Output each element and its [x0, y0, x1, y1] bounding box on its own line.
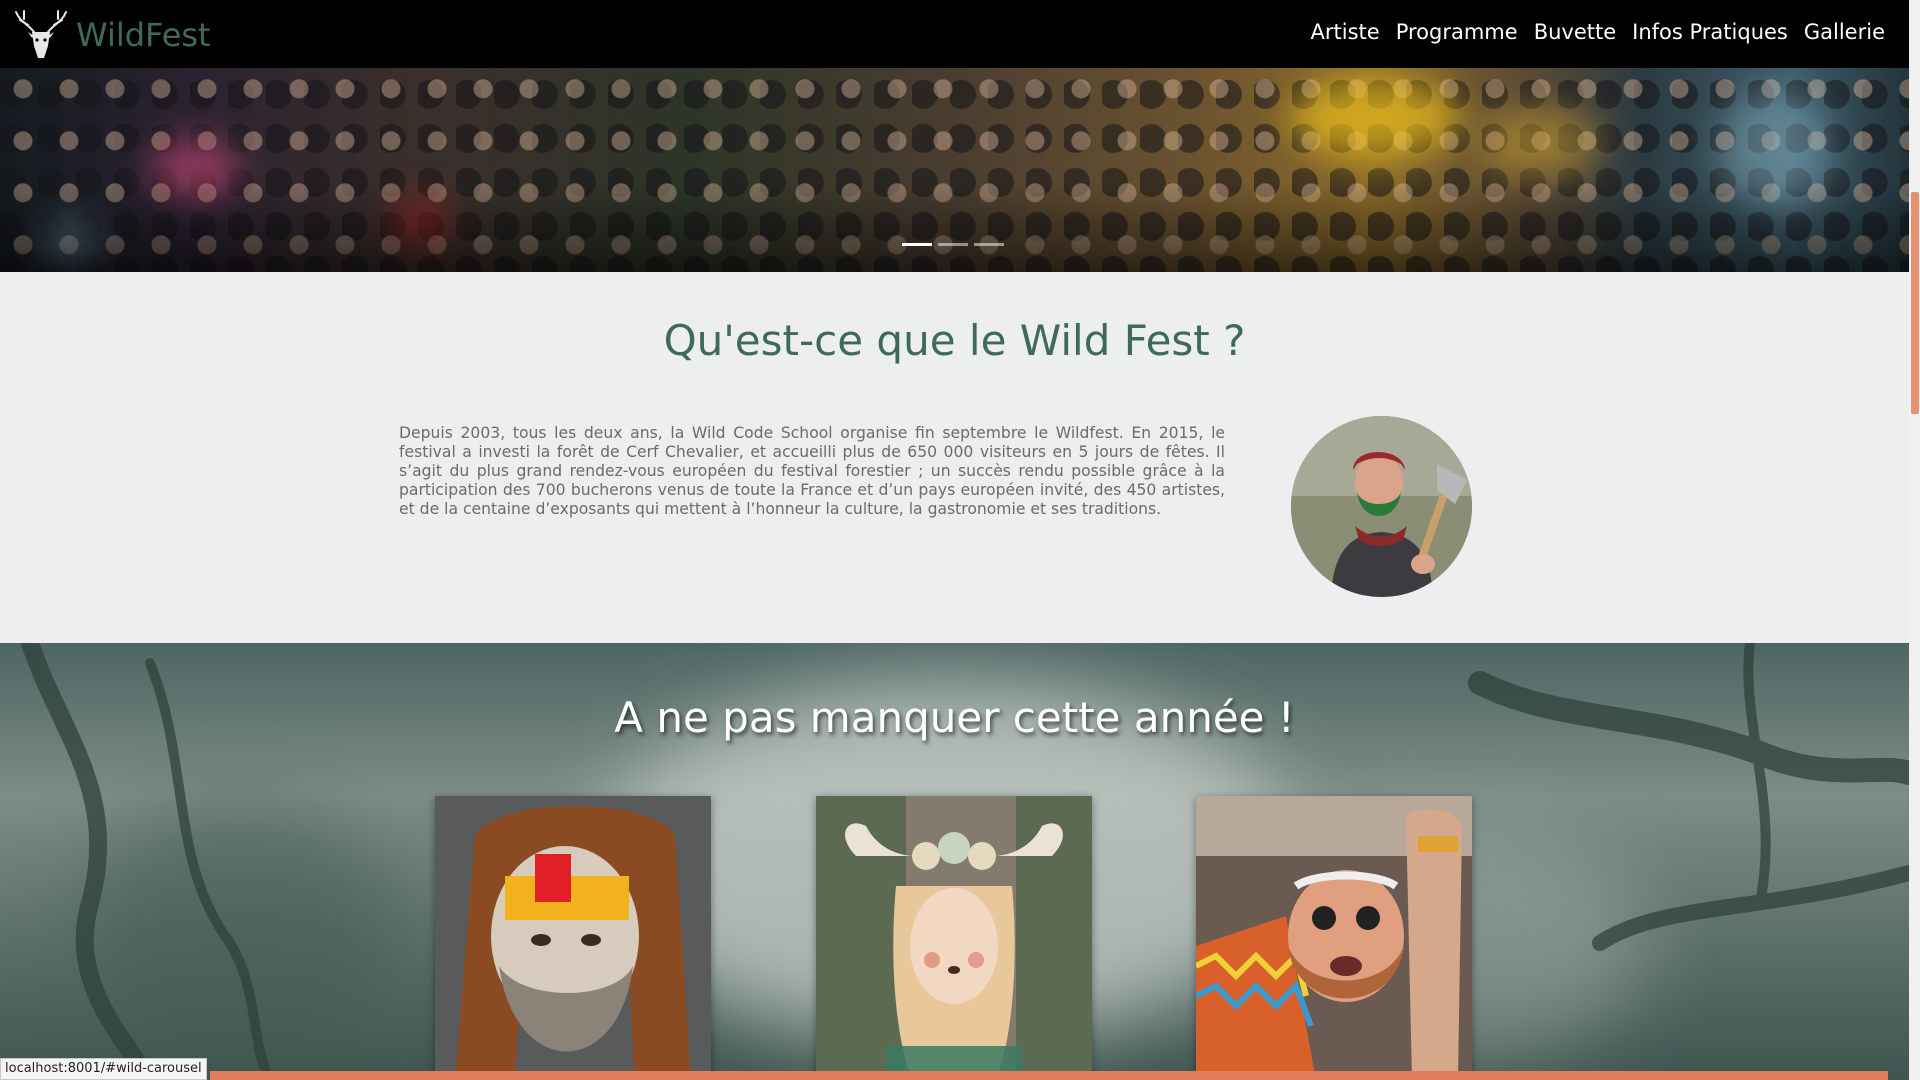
about-text: Depuis 2003, tous les deux ans, la Wild …	[399, 424, 1225, 518]
about-section: Qu'est-ce que le Wild Fest ? Depuis 2003…	[0, 272, 1909, 643]
scrollbar-thumb[interactable]	[1911, 192, 1919, 414]
hero-shade	[0, 182, 1909, 272]
artist-card-hippie[interactable]	[1196, 796, 1472, 1080]
footer-accent-strip	[210, 1071, 1888, 1080]
light-glow	[1290, 78, 1460, 158]
carousel-indicators	[902, 243, 1004, 246]
carousel-indicator-2[interactable]	[938, 243, 968, 246]
hero-carousel[interactable]	[0, 68, 1909, 272]
status-bar-url: localhost:8001/#wild-carousel	[0, 1058, 207, 1080]
brand-link[interactable]: WildFest	[14, 6, 211, 64]
brand-name: WildFest	[76, 16, 211, 54]
light-glow	[1480, 108, 1600, 178]
nav-item-programme[interactable]: Programme	[1396, 20, 1518, 44]
deer-head-icon	[15, 10, 67, 58]
nav-item-gallerie[interactable]: Gallerie	[1804, 20, 1885, 44]
about-title: Qu'est-ce que le Wild Fest ?	[663, 316, 1246, 365]
carousel-indicator-3[interactable]	[974, 243, 1004, 246]
navbar: WildFest Artiste Programme Buvette Infos…	[0, 0, 1909, 68]
highlights-section: A ne pas manquer cette année !	[0, 643, 1909, 1080]
artist-card-fawn[interactable]	[816, 796, 1092, 1080]
main-nav: Artiste Programme Buvette Infos Pratique…	[1311, 20, 1885, 44]
nav-item-infos-pratiques[interactable]: Infos Pratiques	[1632, 20, 1788, 44]
highlights-title: A ne pas manquer cette année !	[614, 693, 1295, 742]
nav-item-buvette[interactable]: Buvette	[1534, 20, 1616, 44]
nav-item-artiste[interactable]: Artiste	[1311, 20, 1380, 44]
lumberjack-photo	[1291, 416, 1472, 597]
carousel-indicator-1[interactable]	[902, 243, 932, 246]
artist-card-sadhu[interactable]	[435, 796, 711, 1080]
scrollbar-track[interactable]	[1909, 0, 1920, 1080]
